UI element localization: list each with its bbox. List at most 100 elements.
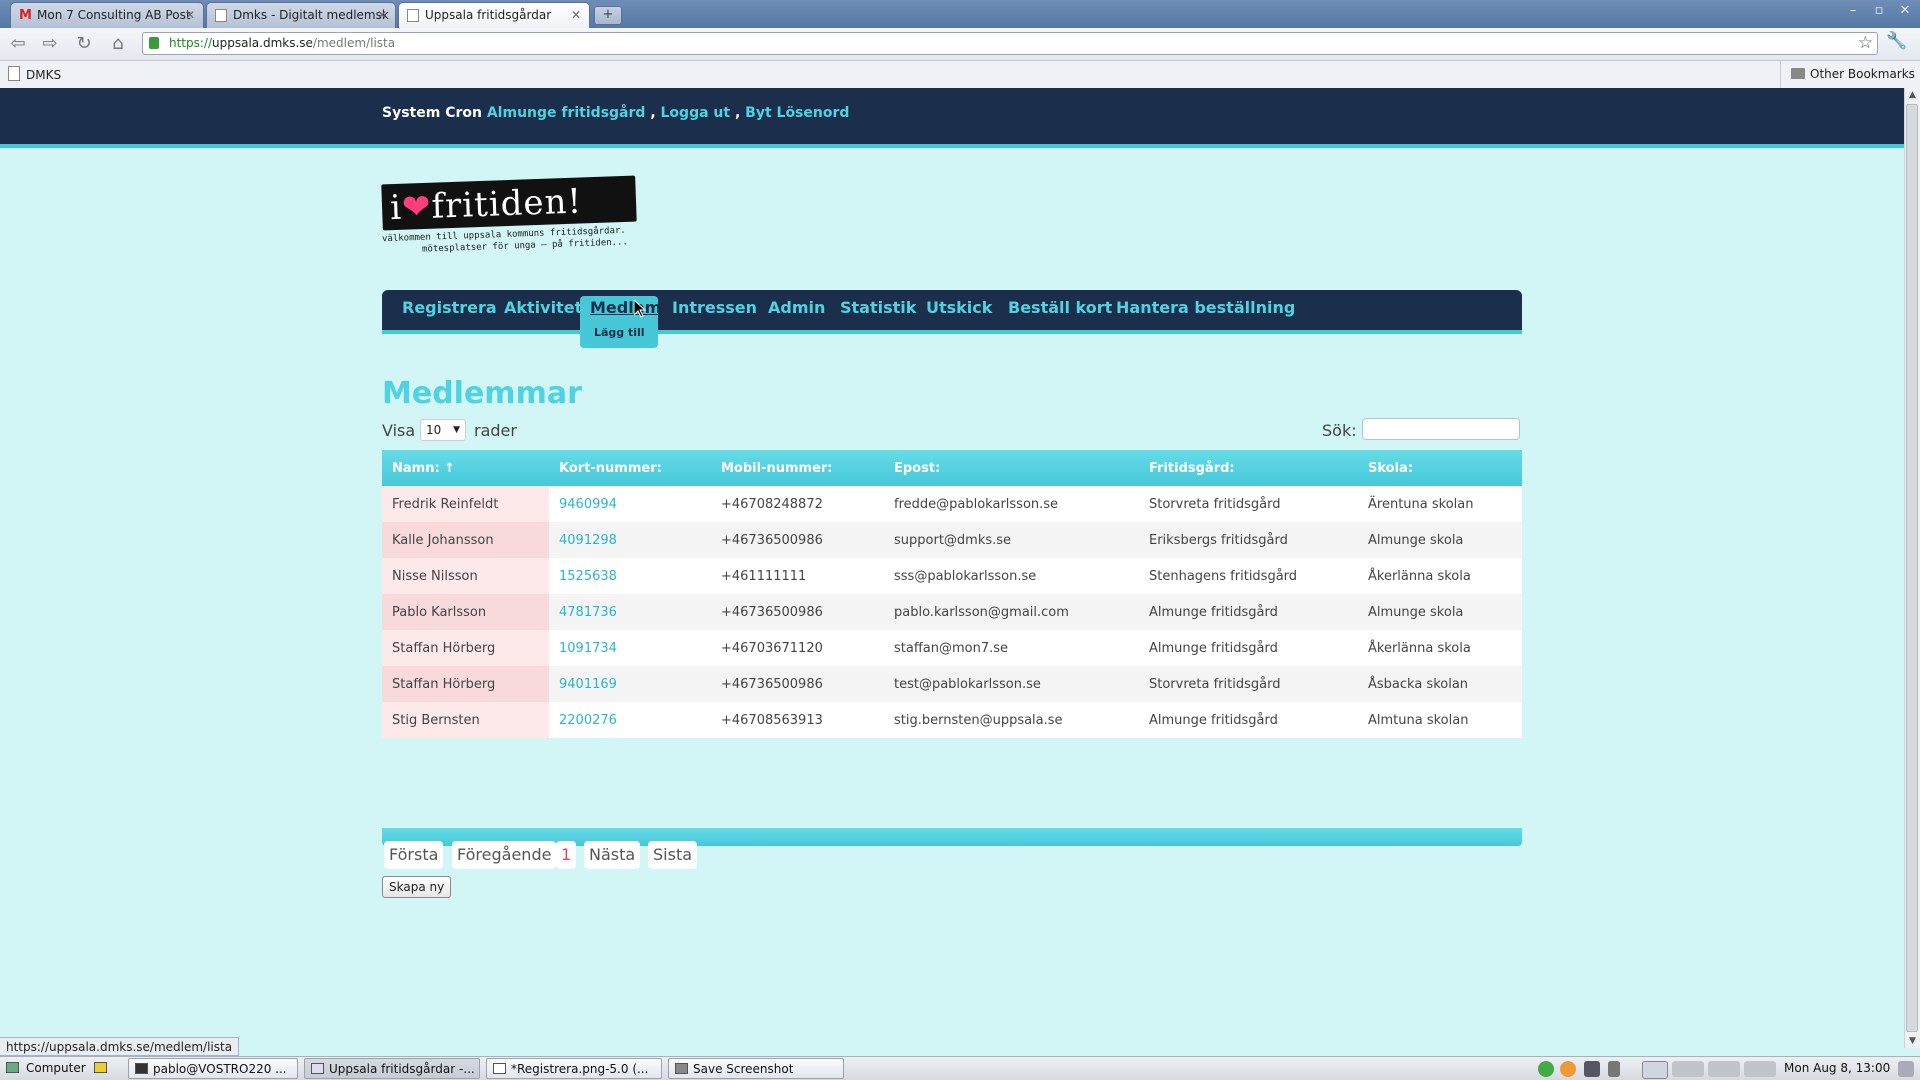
pager-first[interactable]: Första xyxy=(384,841,444,869)
create-new-button[interactable]: Skapa ny xyxy=(382,876,452,898)
site-logo[interactable]: i❤fritiden! välkommen till uppsala kommu… xyxy=(381,174,652,255)
reload-icon[interactable]: ↻ xyxy=(72,32,96,56)
table-row: Nisse Nilsson 1525638 +461111111 sss@pab… xyxy=(382,558,1522,594)
card-number-link[interactable]: 1091734 xyxy=(559,641,617,656)
close-tab-icon[interactable]: ✕ xyxy=(377,3,387,28)
close-window-icon[interactable]: ✕ xyxy=(1894,2,1916,20)
other-bookmarks-button[interactable]: Other Bookmarks xyxy=(1780,61,1915,88)
workspace-3[interactable] xyxy=(1708,1061,1740,1077)
scroll-up-icon[interactable]: ▲ xyxy=(1905,88,1920,102)
card-number-link[interactable]: 9401169 xyxy=(559,677,617,692)
close-tab-icon[interactable]: ✕ xyxy=(185,3,195,28)
member-club: Stenhagens fritidsgård xyxy=(1139,558,1358,594)
nav-admin[interactable]: Admin xyxy=(768,298,825,317)
network-icon[interactable] xyxy=(1538,1061,1554,1077)
forward-icon[interactable]: ⇨ xyxy=(38,32,62,56)
new-tab-button[interactable]: + xyxy=(594,6,622,25)
folder-icon xyxy=(1791,68,1805,79)
workspace-4[interactable] xyxy=(1744,1061,1776,1077)
maximize-icon[interactable]: ▫ xyxy=(1868,2,1890,20)
display-icon[interactable] xyxy=(1584,1061,1600,1077)
scroll-down-icon[interactable]: ▼ xyxy=(1905,1034,1920,1048)
tab-gmail[interactable]: M Mon 7 Consulting AB Post ✕ xyxy=(10,2,204,28)
search-input[interactable] xyxy=(1362,418,1520,440)
wrench-icon[interactable]: 🔧 xyxy=(1886,31,1907,51)
scroll-thumb[interactable] xyxy=(1906,104,1918,1032)
column-header-mobile[interactable]: Mobil-nummer: xyxy=(711,450,884,486)
member-name: Nisse Nilsson xyxy=(382,558,549,594)
change-password-link[interactable]: Byt Lösenord xyxy=(745,105,849,121)
gmail-icon: M xyxy=(19,8,32,23)
card-number-link[interactable]: 9460994 xyxy=(559,497,617,512)
page-scrollbar[interactable]: ▲ ▼ xyxy=(1904,88,1920,1048)
bookmark-star-icon[interactable]: ☆ xyxy=(1858,33,1873,54)
member-club: Almunge fritidsgård xyxy=(1139,702,1358,738)
pager-previous[interactable]: Föregående xyxy=(452,841,557,869)
taskbar-terminal[interactable]: pablo@VOSTRO220 ... xyxy=(128,1058,298,1079)
taskbar-image-editor[interactable]: *Registrera.png-5.0 (... xyxy=(486,1058,662,1079)
member-mobile: +46703671120 xyxy=(711,630,884,666)
card-number-link[interactable]: 2200276 xyxy=(559,713,617,728)
member-name: Stig Bernsten xyxy=(382,702,549,738)
members-table: Namn: ↑ Kort-nummer: Mobil-nummer: Epost… xyxy=(382,450,1522,738)
browser-toolbar: ⇦ ⇨ ↻ ⌂ https://uppsala.dmks.se/medlem/l… xyxy=(0,28,1920,61)
site-top-bar: System Cron Almunge fritidsgård , Logga … xyxy=(0,88,1904,148)
computer-icon xyxy=(6,1062,19,1073)
bookmark-dmks[interactable]: DMKS xyxy=(8,66,61,83)
computer-menu[interactable]: Computer xyxy=(4,1058,86,1079)
update-icon[interactable] xyxy=(1560,1061,1576,1077)
member-email: pablo.karlsson@gmail.com xyxy=(884,594,1139,630)
rows-per-page-select[interactable]: 10 ▼ xyxy=(420,419,466,441)
card-number-link[interactable]: 1525638 xyxy=(559,569,617,584)
pager-next[interactable]: Nästa xyxy=(584,841,641,869)
column-header-club[interactable]: Fritidsgård: xyxy=(1139,450,1358,486)
nav-statistik[interactable]: Statistik xyxy=(840,298,916,317)
nav-intressen[interactable]: Intressen xyxy=(672,298,757,317)
taskbar-browser[interactable]: Uppsala fritidsgårdar -... xyxy=(304,1058,480,1079)
volume-icon[interactable] xyxy=(1608,1061,1620,1077)
tab-uppsala[interactable]: Uppsala fritidsgårdar ✕ xyxy=(398,2,590,28)
taskbar-save-screenshot[interactable]: Save Screenshot xyxy=(668,1058,844,1079)
back-icon[interactable]: ⇦ xyxy=(6,32,30,56)
member-name: Kalle Johansson xyxy=(382,522,549,558)
column-header-email[interactable]: Epost: xyxy=(884,450,1139,486)
nav-hantera-bestallning[interactable]: Hantera beställning xyxy=(1116,298,1295,317)
column-header-school[interactable]: Skola: xyxy=(1358,450,1522,486)
column-header-card[interactable]: Kort-nummer: xyxy=(549,450,711,486)
lock-icon xyxy=(149,37,159,49)
member-name: Staffan Hörberg xyxy=(382,630,549,666)
table-row: Staffan Hörberg 9401169 +46736500986 tes… xyxy=(382,666,1522,702)
clock[interactable]: Mon Aug 8, 13:00 xyxy=(1784,1058,1890,1078)
member-email: staffan@mon7.se xyxy=(884,630,1139,666)
pager-last[interactable]: Sista xyxy=(648,841,698,869)
member-name: Staffan Hörberg xyxy=(382,666,549,702)
close-tab-icon[interactable]: ✕ xyxy=(571,3,581,28)
card-number-link[interactable]: 4781736 xyxy=(559,605,617,620)
tab-title: Uppsala fritidsgårdar xyxy=(425,8,552,22)
member-club: Almunge fritidsgård xyxy=(1139,630,1358,666)
search-label: Sök: xyxy=(1322,421,1357,440)
member-school: Ärentuna skolan xyxy=(1358,486,1522,522)
address-bar[interactable]: https://uppsala.dmks.se/medlem/lista ☆ xyxy=(142,32,1878,55)
logout-link[interactable]: Logga ut xyxy=(661,105,731,121)
home-icon[interactable]: ⌂ xyxy=(106,32,130,56)
tab-dmks[interactable]: Dmks - Digitalt medlemsk ✕ xyxy=(206,2,396,28)
nav-bestall-kort[interactable]: Beställ kort xyxy=(1008,298,1112,317)
member-email: sss@pablokarlsson.se xyxy=(884,558,1139,594)
card-number-link[interactable]: 4091298 xyxy=(559,533,617,548)
pager-current-page[interactable]: 1 xyxy=(556,841,577,869)
table-row: Kalle Johansson 4091298 +46736500986 sup… xyxy=(382,522,1522,558)
member-club: Storvreta fritidsgård xyxy=(1139,666,1358,702)
nav-utskick[interactable]: Utskick xyxy=(926,298,992,317)
nav-medlem[interactable]: Medlem xyxy=(590,298,661,317)
column-header-name[interactable]: Namn: ↑ xyxy=(382,450,549,486)
workspace-2[interactable] xyxy=(1672,1061,1704,1077)
club-link[interactable]: Almunge fritidsgård xyxy=(487,105,646,121)
notes-icon[interactable] xyxy=(92,1058,112,1079)
minimize-icon[interactable]: – xyxy=(1842,2,1864,20)
nav-medlem-lagg-till[interactable]: Lägg till xyxy=(594,326,645,339)
nav-registrera[interactable]: Registrera xyxy=(402,298,497,317)
show-desktop-icon[interactable] xyxy=(1898,1061,1914,1077)
workspace-1[interactable] xyxy=(1642,1061,1668,1079)
nav-aktivitet[interactable]: Aktivitet xyxy=(504,298,582,317)
